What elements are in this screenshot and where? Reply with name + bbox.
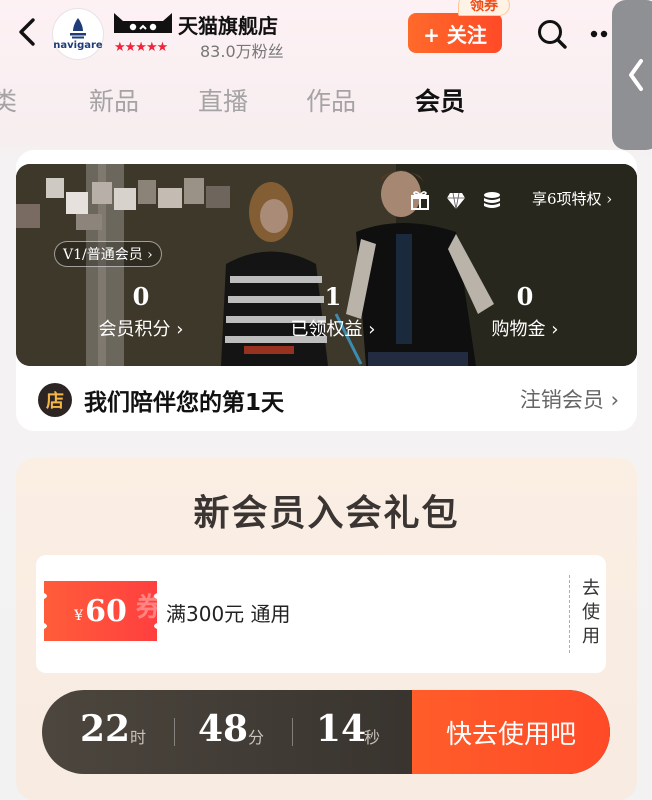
cancel-membership-link[interactable]: 注销会员 › [520,384,619,414]
benefits-value: 1 [324,282,342,311]
new-member-gift-card: 新会员入会礼包 ¥ 60 券 满300元 通用 去使用 22 时 48 分 14… [16,458,637,800]
diamond-icon [447,192,465,210]
coins-icon [484,192,500,208]
tab-member[interactable]: 会员 [415,82,465,118]
member-level-badge[interactable]: V1/普通会员 › [54,241,162,267]
coupon-tag[interactable]: 领券 [458,0,510,16]
use-coupon-button[interactable]: 去使用 [580,577,602,649]
store-tabs: 类 新品 直播 作品 会员 [0,82,612,126]
tmall-cat-icon [114,13,172,33]
member-card: V1/普通会员 › 享6项特权 › 0 会员积分 › 1 已领权益 › 0 购物… [16,150,637,431]
sailboat-icon [70,18,86,39]
shopping-gold-stat[interactable]: 0 购物金 › [460,282,590,341]
store-badge-icon: 店 [38,383,72,417]
points-label: 会员积分 › [98,319,184,340]
store-header: navigare 天猫旗舰店 ★★★★★ 83.0万粉丝 + 关注 领券 [0,0,652,150]
shopping-gold-label: 购物金 › [491,319,559,340]
follow-button[interactable]: + 关注 [408,13,502,53]
hours-unit: 时 [130,728,147,747]
perk-icons [410,190,502,210]
search-icon [538,20,567,49]
coupon-currency: ¥ [74,608,84,624]
tab-live[interactable]: 直播 [198,82,248,118]
tab-new[interactable]: 新品 [89,82,139,118]
more-dots-icon [590,30,608,38]
points-stat[interactable]: 0 会员积分 › [76,282,206,341]
seconds-unit: 秒 [364,728,381,747]
time-separator [174,718,175,746]
coupon-condition: 满300元 通用 [166,602,291,626]
perks-link[interactable]: 享6项特权 › [532,188,612,209]
benefits-label: 已领权益 › [290,319,376,340]
shopping-gold-value: 0 [516,282,534,311]
countdown-timer: 22 时 48 分 14 秒 [42,690,414,774]
tab-category[interactable]: 类 [0,82,17,118]
back-button[interactable] [12,14,42,50]
membership-days-row: 店 我们陪伴您的第1天 注销会员 › [16,366,637,431]
benefits-stat[interactable]: 1 已领权益 › [268,282,398,341]
blurred-username [16,178,230,230]
gift-title: 新会员入会礼包 [193,493,460,534]
search-button[interactable] [532,14,572,54]
side-panel-handle[interactable] [612,0,652,150]
use-now-button[interactable]: 快去使用吧 [412,690,610,774]
store-name: 天猫旗舰店 [178,14,278,38]
countdown-hours: 22 [80,708,131,750]
store-logo[interactable]: navigare [52,8,104,60]
coupon-divider [569,575,570,653]
chevron-left-icon [19,18,35,46]
countdown-seconds: 14 [316,708,367,750]
time-separator [292,718,293,746]
coupon-value: 60 [85,593,127,629]
points-value: 0 [132,282,150,311]
logo-text: navigare [53,40,103,51]
coupon-stub: ¥ 60 券 [44,581,162,641]
membership-days-text: 我们陪伴您的第1天 [84,390,285,416]
coupon-card[interactable]: ¥ 60 券 满300元 通用 去使用 [36,555,606,673]
countdown-minutes: 48 [198,708,249,750]
rating-stars: ★★★★★ [114,40,168,55]
gift-icon [411,191,429,210]
minutes-unit: 分 [248,728,265,747]
fans-count: 83.0万粉丝 [200,42,284,61]
chevron-left-icon [629,59,643,91]
countdown-bar: 22 时 48 分 14 秒 快去使用吧 [42,690,610,774]
tab-works[interactable]: 作品 [306,82,356,118]
member-banner: V1/普通会员 › 享6项特权 › 0 会员积分 › 1 已领权益 › 0 购物… [16,164,637,366]
coupon-watermark: 券 [136,593,163,623]
